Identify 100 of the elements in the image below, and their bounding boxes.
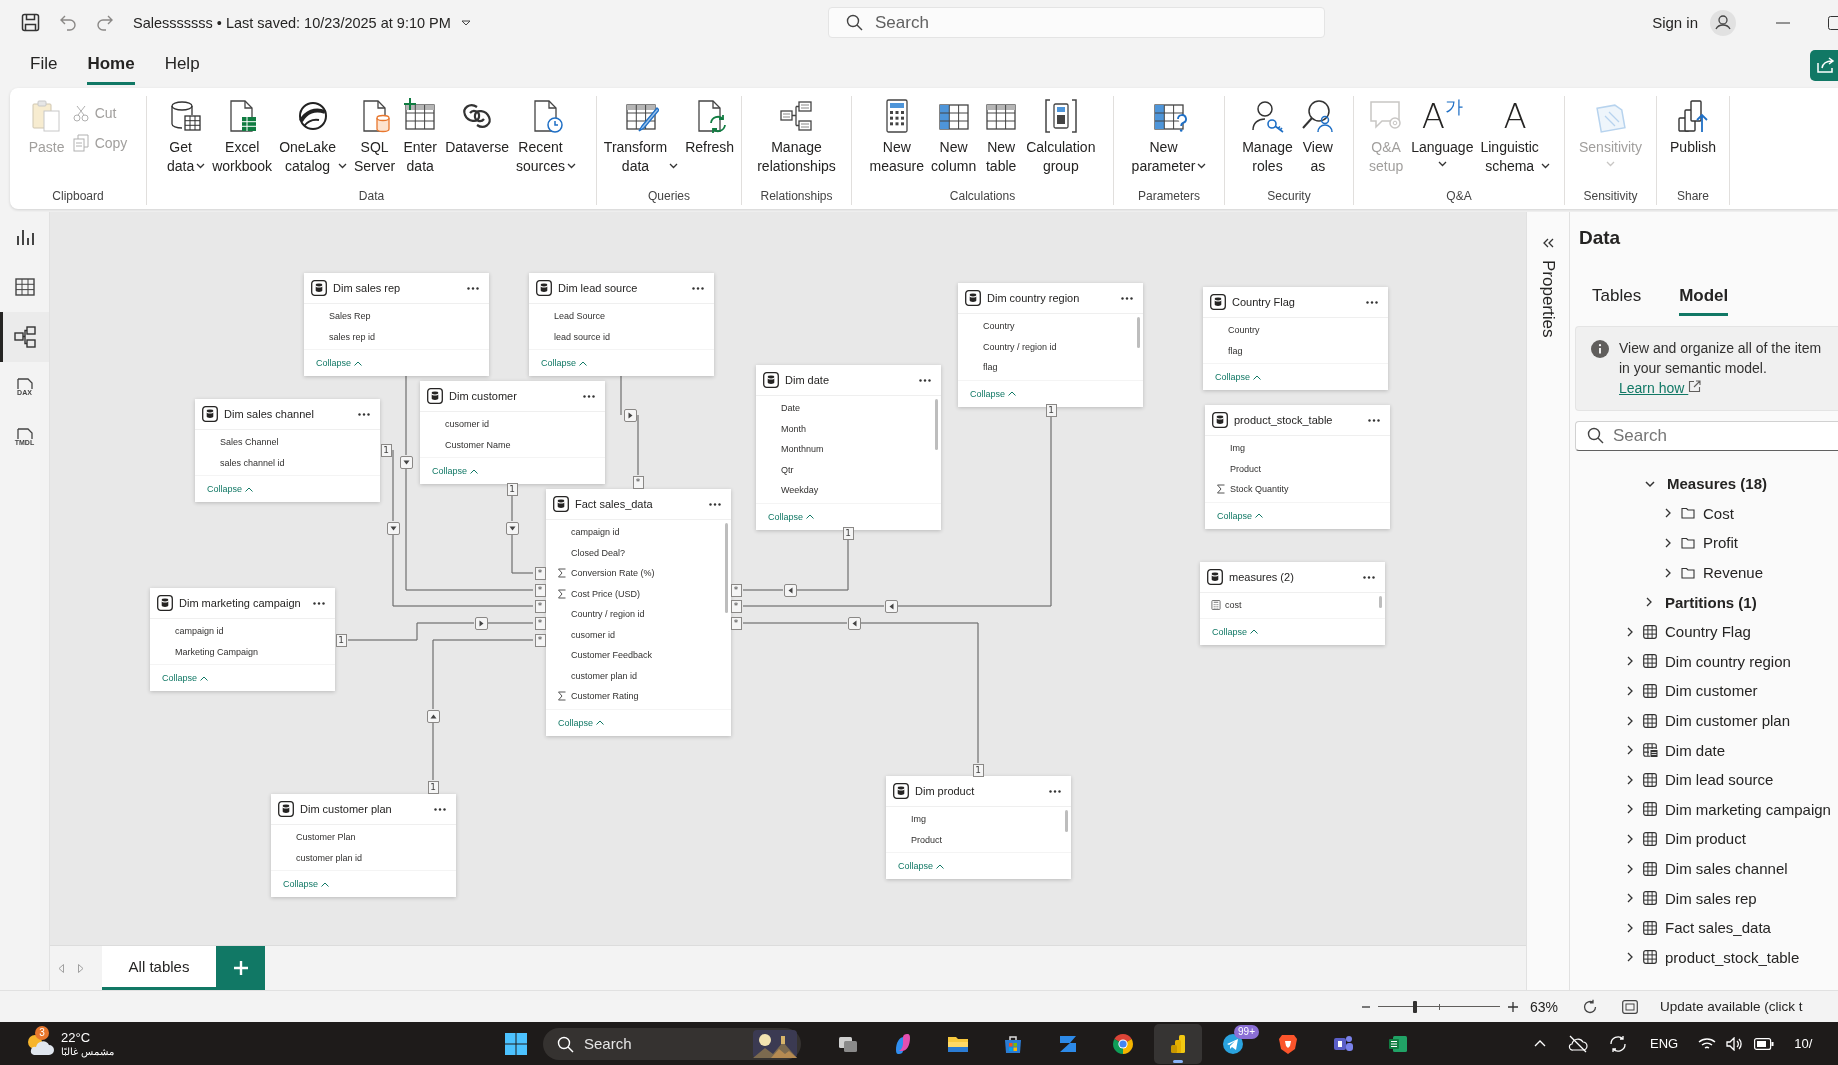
table-card[interactable]: Dim date Date Month Monthnum Qtr Weekday Collapse [756,365,941,530]
chevron-right-icon[interactable] [1626,833,1634,844]
more-options-icon[interactable] [313,601,325,605]
sql-server-button[interactable]: SQL Server [350,96,399,178]
table-card[interactable]: Dim country region Country Country / region id flag Collapse [958,283,1143,407]
table-card[interactable]: Dim lead source Lead Source lead source id Collapse [529,273,714,376]
tree-item[interactable]: Revenue [1570,557,1838,588]
save-icon[interactable] [21,13,40,32]
field-name[interactable]: Monthnum [781,444,824,455]
chevron-right-icon[interactable] [1626,774,1634,785]
search-field[interactable]: Search [828,7,1325,38]
taskbar-app-button[interactable]: 99+ [1209,1023,1257,1064]
table-card[interactable]: Dim sales channel Sales Channel sales channel id Collapse [195,399,380,502]
field-name[interactable]: Month [781,423,806,434]
more-options-icon[interactable] [583,394,595,398]
zoom-slider[interactable] [1378,1000,1500,1013]
view-as-button[interactable]: View as [1296,96,1339,178]
tree-item[interactable]: Dim sales channel [1570,853,1838,884]
undo-icon[interactable] [59,13,77,32]
menu-tab[interactable]: Help [164,51,200,85]
collapse-link[interactable]: Collapse [768,511,815,522]
caret-icon[interactable] [460,19,471,26]
relationship-line[interactable] [620,374,622,415]
field-name[interactable]: Country [983,321,1015,332]
menu-tab[interactable]: File [30,51,58,85]
pane-tab[interactable]: Tables [1592,280,1642,316]
enter-data-button[interactable]: Enter data [399,96,442,178]
field-name[interactable]: Country [1228,325,1260,336]
more-options-icon[interactable] [1368,418,1380,422]
refresh-icon[interactable] [1582,998,1598,1015]
field-name[interactable]: sales channel id [220,457,285,468]
tree-item[interactable]: Cost [1570,498,1838,529]
more-options-icon[interactable] [692,286,704,290]
chevron-right-icon[interactable] [1626,863,1634,874]
maximize-icon[interactable] [1828,15,1838,30]
field-name[interactable]: Img [1230,443,1245,454]
chevron-right-icon[interactable] [1626,893,1634,904]
collapse-link[interactable]: Collapse [207,484,254,494]
page-tab[interactable]: All tables [102,946,216,990]
minimize-icon[interactable] [1776,21,1790,24]
new-measure-button[interactable]: New measure [866,96,928,178]
learn-how-link[interactable]: Learn how [1619,380,1702,396]
collapse-link[interactable]: Collapse [898,861,945,871]
new-column-button[interactable]: New column [928,96,980,178]
chevron-right-icon[interactable] [1626,804,1634,815]
chevron-right-icon[interactable] [1626,952,1634,963]
sign-in-link[interactable]: Sign in [1652,14,1698,31]
zoom-out-icon[interactable] [1362,1005,1370,1008]
collapse-link[interactable]: Collapse [283,879,330,889]
scroll-bar[interactable] [725,523,728,614]
scroll-bar[interactable] [1379,596,1382,608]
add-page-button[interactable] [216,946,265,990]
chevron-right-icon[interactable] [1664,567,1672,578]
collapse-link[interactable]: Collapse [541,358,588,368]
tree-item[interactable]: Measures (18) [1570,469,1838,499]
table-card[interactable]: Country Flag Country flag Collapse [1203,287,1388,390]
new-parameter-button[interactable]: New parameter [1128,96,1210,178]
tree-item[interactable]: Dim country region [1570,646,1838,677]
field-name[interactable]: campaign id [175,626,224,637]
table-card[interactable]: Dim customer cusomer id Customer Name Collapse [420,381,605,484]
field-name[interactable]: flag [983,362,998,373]
wifi-icon[interactable] [1698,1036,1717,1051]
field-name[interactable]: Customer Name [445,439,511,450]
more-options-icon[interactable] [358,412,370,416]
tree-item[interactable]: Dim date [1570,735,1838,765]
collapse-link[interactable]: Collapse [162,673,209,683]
field-name[interactable]: Country / region id [983,341,1057,352]
collapse-link[interactable]: Collapse [316,358,363,368]
refresh-button[interactable]: Refresh [682,96,738,159]
collapse-link[interactable]: Collapse [432,466,479,476]
field-name[interactable]: Country / region id [571,609,645,620]
chevron-right-icon[interactable] [1626,922,1634,933]
fit-to-page-icon[interactable] [1622,999,1638,1014]
share-button[interactable] [1810,49,1838,81]
field-name[interactable]: Lead Source [554,311,606,322]
more-options-icon[interactable] [1049,789,1061,793]
table-card[interactable]: Dim customer plan Customer Plan customer plan id Collapse [271,794,456,897]
field-name[interactable]: Customer Plan [296,832,356,843]
chevron-right-icon[interactable] [1626,656,1634,667]
language-button[interactable]: A$^{가}$ Language [1408,96,1477,169]
field-name[interactable]: Customer Feedback [571,650,653,661]
collapse-link[interactable]: Collapse [1217,510,1264,521]
table-card[interactable]: Dim sales rep Sales Rep sales rep id Collapse [304,273,489,376]
more-options-icon[interactable] [709,502,721,506]
field-name[interactable]: sales rep id [329,331,376,342]
search-field[interactable]: Search [1575,421,1838,451]
tree-item[interactable]: Dim marketing campaign [1570,794,1838,825]
field-name[interactable]: Sales Channel [220,437,279,448]
field-name[interactable]: customer plan id [571,670,638,681]
field-name[interactable]: Product [1230,463,1262,474]
dataverse-button[interactable]: Dataverse [442,96,512,159]
more-options-icon[interactable] [1366,300,1378,304]
menu-tab[interactable]: Home [87,51,135,85]
collapse-link[interactable]: Collapse [1215,372,1262,382]
field-name[interactable]: Sales Rep [329,311,371,322]
field-name[interactable]: Customer Rating [571,691,639,702]
more-options-icon[interactable] [434,807,446,811]
input-language[interactable]: ENG [1650,1036,1679,1051]
slider-thumb[interactable] [1412,1000,1417,1013]
tree-item[interactable]: Dim lead source [1570,764,1838,795]
